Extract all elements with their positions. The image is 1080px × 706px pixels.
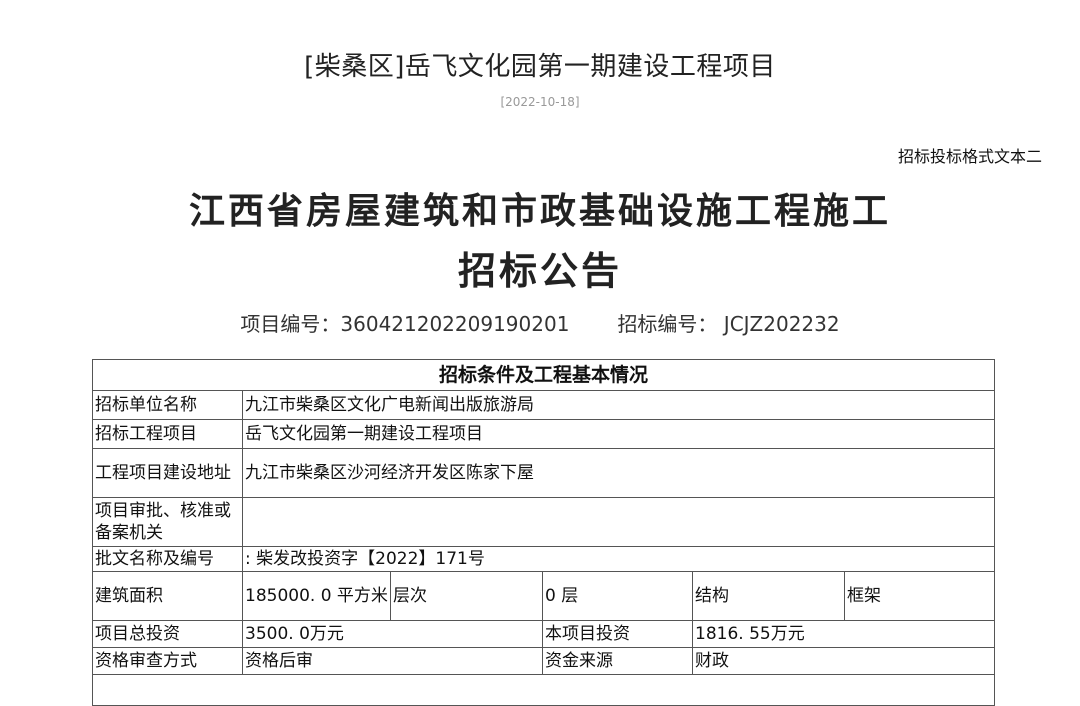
area-value: 185000. 0 平方米 xyxy=(242,571,391,621)
tenderer-value: 九江市柴桑区文化广电新闻出版旅游局 xyxy=(241,390,996,420)
qualification-label: 资格审查方式 xyxy=(92,647,243,675)
address-label: 工程项目建设地址 xyxy=(92,448,243,498)
codes-line: 项目编号：360421202209190201 招标编号： JCJZ202232 xyxy=(0,308,1080,337)
approval-authority-label: 项目审批、核准或备案机关 xyxy=(92,497,243,547)
approval-doc-label: 批文名称及编号 xyxy=(92,546,243,572)
table-section-title: 招标条件及工程基本情况 xyxy=(91,359,996,391)
fund-source-value: 财政 xyxy=(691,647,996,675)
project-code: 项目编号：360421202209190201 xyxy=(240,312,570,336)
structure-value: 框架 xyxy=(843,571,996,621)
area-label: 建筑面积 xyxy=(92,571,243,621)
floors-value: 0 层 xyxy=(542,571,693,621)
tender-info-table: 招标条件及工程基本情况 招标单位名称 九江市柴桑区文化广电新闻出版旅游局 招标工… xyxy=(91,359,996,706)
fund-source-label: 资金来源 xyxy=(542,647,693,675)
document-title-line1: 江西省房屋建筑和市政基础设施工程施工 xyxy=(188,190,891,232)
project-value: 岳飞文化园第一期建设工程项目 xyxy=(241,419,996,449)
this-investment-label: 本项目投资 xyxy=(542,620,693,648)
approval-authority-value xyxy=(241,497,996,547)
this-investment-value: 1816. 55万元 xyxy=(691,620,996,648)
total-investment-value: 3500. 0万元 xyxy=(242,620,543,648)
format-note: 招标投标格式文本二 xyxy=(897,147,1042,166)
total-investment-label: 项目总投资 xyxy=(92,620,243,648)
tender-code: 招标编号： JCJZ202232 xyxy=(617,312,840,336)
project-label: 招标工程项目 xyxy=(92,419,243,449)
document-title-line2: 招标公告 xyxy=(457,248,622,293)
structure-label: 结构 xyxy=(692,571,845,621)
tenderer-label: 招标单位名称 xyxy=(92,390,243,420)
table-row-cutoff xyxy=(91,674,996,706)
publish-date: [2022-10-18] xyxy=(500,95,580,109)
qualification-value: 资格后审 xyxy=(242,647,543,675)
approval-doc-value: : 柴发改投资字【2022】171号 xyxy=(241,546,996,572)
address-value: 九江市柴桑区沙河经济开发区陈家下屋 xyxy=(241,448,996,498)
page-title: [柴桑区]岳飞文化园第一期建设工程项目 xyxy=(304,52,776,82)
floors-label: 层次 xyxy=(390,571,543,621)
